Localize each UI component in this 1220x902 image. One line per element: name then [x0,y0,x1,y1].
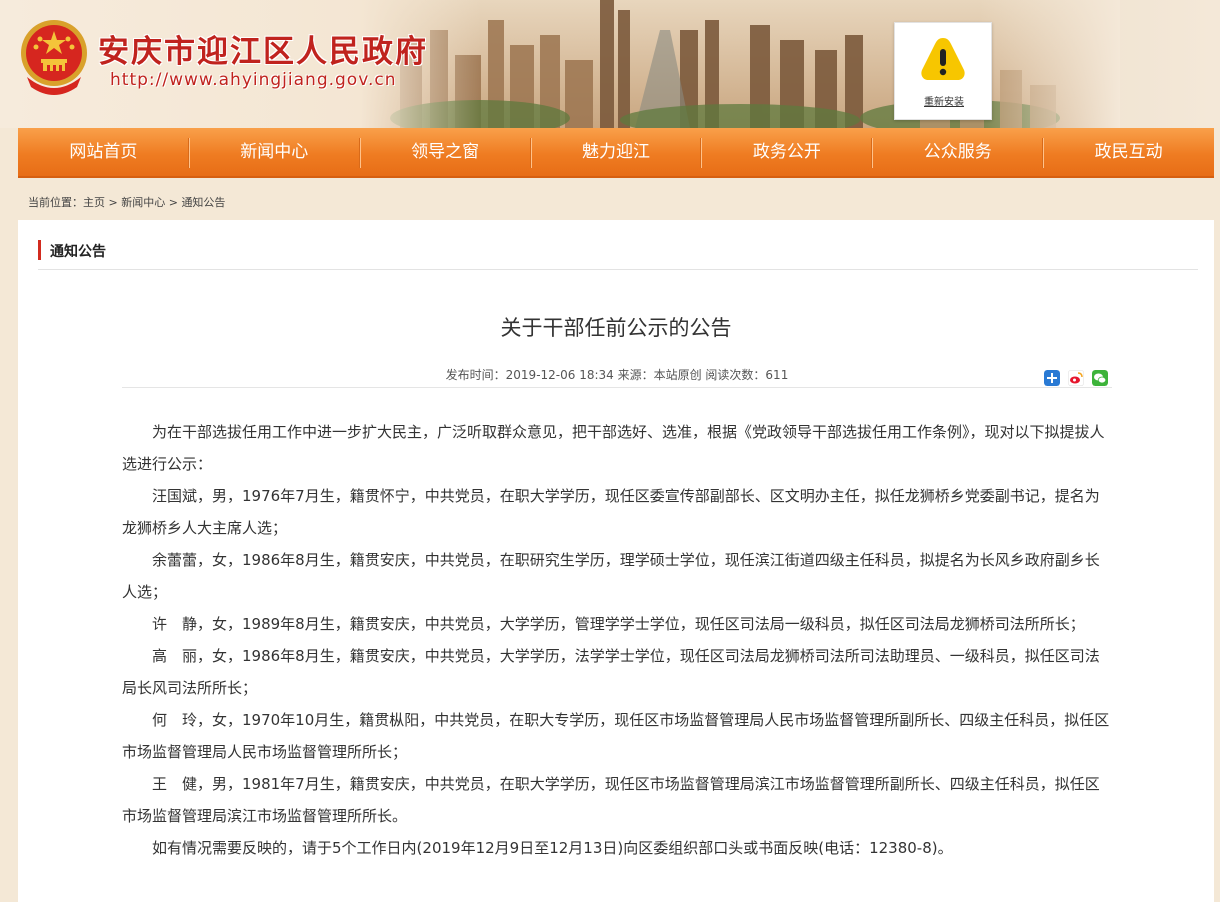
nav-item-charm[interactable]: 魅力迎江 [530,128,702,176]
article-paragraph: 许 静，女，1989年8月生，籍贯安庆，中共党员，大学学历，管理学学士学位，现任… [152,615,1085,633]
nav-item-home[interactable]: 网站首页 [18,128,189,176]
article-paragraph: 何 玲，女，1970年10月生，籍贯枞阳，中共党员，在职大专学历，现任区市场监督… [122,711,1110,761]
breadcrumb: 当前位置：主页 > 新闻中心 > 通知公告 [18,190,1214,216]
content-panel: 通知公告 关于干部任前公示的公告 发布时间：2019-12-06 18:34 来… [18,220,1214,902]
nav-item-news[interactable]: 新闻中心 [188,128,360,176]
breadcrumb-home-link[interactable]: 主页 [83,196,105,209]
article-paragraph: 为在干部选拔任用工作中进一步扩大民主，广泛听取群众意见，把干部选好、选准，根据《… [122,423,1105,473]
breadcrumb-separator: > [165,196,182,209]
article-title: 关于干部任前公示的公告 [500,316,732,340]
warning-icon [921,38,965,80]
article-paragraph: 汪国斌，男，1976年7月生，籍贯怀宁，中共党员，在职大学学历，现任区委宣传部副… [122,487,1100,537]
section-header: 通知公告 [38,240,1198,270]
article-paragraph: 余蕾蕾，女，1986年8月生，籍贯安庆，中共党员，在职研究生学历，理学硕士学位，… [122,551,1100,601]
article-body: 为在干部选拔任用工作中进一步扩大民主，广泛听取群众意见，把干部选好、选准，根据《… [122,416,1114,864]
weibo-icon[interactable] [1068,370,1084,386]
article-meta: 发布时间：2019-12-06 18:34 来源：本站原创 阅读次数：611 [445,368,789,382]
breadcrumb-current-link[interactable]: 通知公告 [181,196,225,209]
article-meta-row: 发布时间：2019-12-06 18:34 来源：本站原创 阅读次数：611 [122,358,1112,388]
article-paragraph: 王 健，男，1981年7月生，籍贯安庆，中共党员，在职大学学历，现任区市场监督管… [122,775,1100,825]
nav-item-affairs[interactable]: 政务公开 [701,128,872,176]
main-nav: 网站首页 新闻中心 领导之窗 魅力迎江 政务公开 公众服务 政民互动 [18,128,1214,178]
nav-item-leaders[interactable]: 领导之窗 [359,128,531,176]
section-title: 通知公告 [50,244,106,260]
nav-item-interaction[interactable]: 政民互动 [1043,128,1214,176]
nav-item-public-service[interactable]: 公众服务 [872,128,1043,176]
article-paragraph: 如有情况需要反映的，请于5个工作日内(2019年12月9日至12月13日)向区委… [152,839,953,857]
plus-share-icon[interactable] [1044,370,1060,386]
wechat-icon[interactable] [1092,370,1108,386]
site-title[interactable]: 安庆市迎江区人民政府 [98,26,428,71]
reinstall-link[interactable]: 重新安装 [895,93,993,108]
breadcrumb-prefix: 当前位置： [28,196,83,209]
plugin-alert-box[interactable]: 重新安装 [894,22,992,120]
breadcrumb-news-link[interactable]: 新闻中心 [121,196,165,209]
site-header: 安庆市迎江区人民政府 http://www.ahyingjiang.gov.cn… [0,0,1220,128]
breadcrumb-separator: > [105,196,122,209]
section-marker [38,240,41,260]
city-skyline-banner [360,0,1120,128]
national-emblem-logo [21,20,87,95]
share-bar [1044,370,1108,386]
site-url[interactable]: http://www.ahyingjiang.gov.cn [110,70,396,90]
article-paragraph: 高 丽，女，1986年8月生，籍贯安庆，中共党员，大学学历，法学学士学位，现任区… [122,647,1100,697]
